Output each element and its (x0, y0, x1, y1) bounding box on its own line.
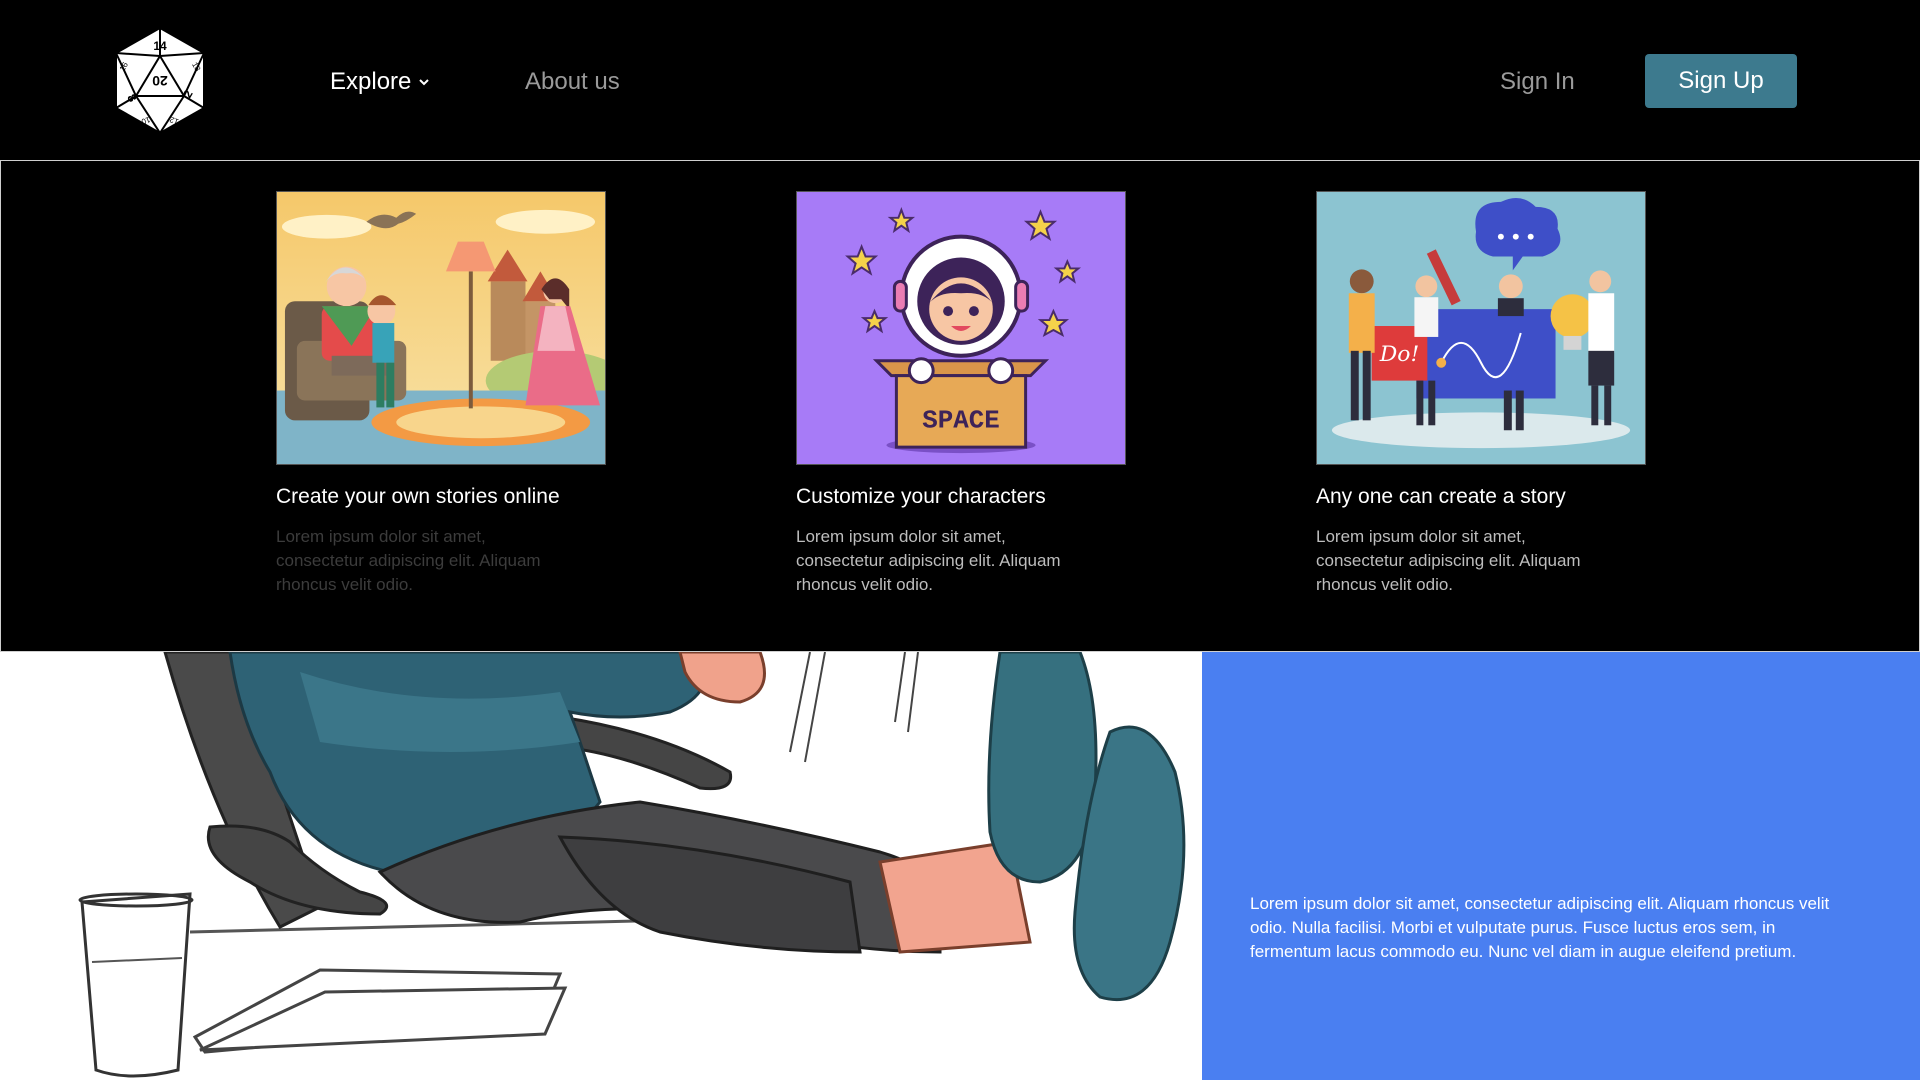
site-header: 14 18 20 2 8 10 12 16 Explore About us S… (0, 0, 1920, 160)
explore-dropdown-panel: Create your own stories online Lorem ips… (0, 160, 1920, 652)
storytelling-illustration (276, 191, 606, 465)
card-title: Create your own stories online (276, 485, 560, 508)
feature-card-stories[interactable]: Create your own stories online Lorem ips… (276, 191, 606, 597)
card-title: Any one can create a story (1316, 485, 1566, 508)
hero-text-panel: Lorem ipsum dolor sit amet, consectetur … (1202, 652, 1920, 1080)
card-description: Lorem ipsum dolor sit amet, consectetur … (276, 527, 541, 594)
feature-card-characters[interactable]: SPACE Customize your characters Lorem ip… (796, 191, 1126, 597)
team-brainstorm-illustration: Do! (1316, 191, 1646, 465)
sign-in-link[interactable]: Sign In (1500, 64, 1575, 100)
card-description: Lorem ipsum dolor sit amet, consectetur … (1316, 527, 1581, 594)
sign-up-button[interactable]: Sign Up (1645, 54, 1797, 108)
d20-dice-icon[interactable]: 14 18 20 2 8 10 12 16 (112, 26, 208, 136)
chevron-down-icon (419, 79, 430, 86)
sign-label: Do! (1379, 342, 1419, 367)
person-feet-on-desk-illustration (0, 652, 1202, 1080)
card-description: Lorem ipsum dolor sit amet, consectetur … (796, 527, 1061, 594)
logo-number: 14 (153, 39, 167, 53)
hero-paragraph: Lorem ipsum dolor sit amet, consectetur … (1250, 894, 1830, 961)
astronaut-in-box-illustration: SPACE (796, 191, 1126, 465)
nav-explore-dropdown[interactable]: Explore (330, 64, 431, 100)
nav-explore-label: Explore (330, 68, 412, 95)
box-label: SPACE (922, 406, 1000, 435)
logo-number: 20 (152, 73, 168, 89)
card-title: Customize your characters (796, 485, 1046, 508)
feature-card-anyone[interactable]: Do! Any one can create a story Lorem ips… (1316, 191, 1646, 597)
nav-about-link[interactable]: About us (525, 64, 620, 100)
